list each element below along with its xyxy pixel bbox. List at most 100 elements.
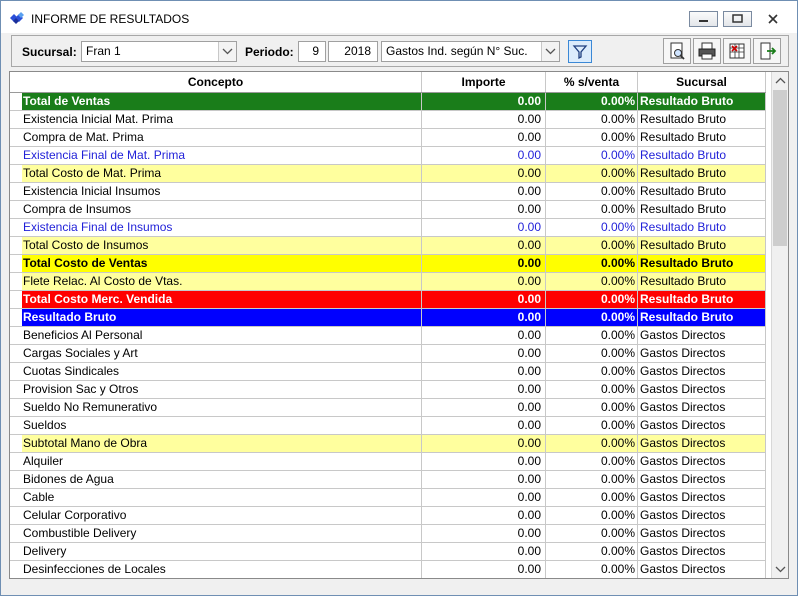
anio-input[interactable]: 2018	[328, 41, 378, 62]
table-row[interactable]: Cable 0.00 0.00% Gastos Directos	[10, 489, 766, 507]
table-row[interactable]: Total Costo Merc. Vendida 0.00 0.00% Result…	[10, 291, 766, 309]
exit-door-icon	[760, 42, 777, 60]
cell-pct: 0.00%	[546, 363, 638, 380]
table-row[interactable]: Cuotas Sindicales 0.00 0.00% Gastos Directo…	[10, 363, 766, 381]
table-row[interactable]: Combustible Delivery 0.00 0.00% Gastos Dire…	[10, 525, 766, 543]
app-logo-icon	[10, 12, 24, 24]
table-row[interactable]: Sueldo No Remunerativo 0.00 0.00% Gastos Di…	[10, 399, 766, 417]
cell-concepto: Celular Corporativo	[10, 507, 422, 524]
cell-importe: 0.00	[422, 453, 546, 470]
cell-importe: 0.00	[422, 543, 546, 560]
cell-sucursal: Gastos Directos	[638, 525, 766, 542]
cell-importe: 0.00	[422, 111, 546, 128]
cell-pct: 0.00%	[546, 255, 638, 272]
cell-concepto: Bidones de Agua	[10, 471, 422, 488]
table-row[interactable]: Alquiler 0.00 0.00% Gastos Directos	[10, 453, 766, 471]
scrollbar-thumb[interactable]	[773, 90, 787, 246]
sucursal-select[interactable]: Fran 1	[81, 41, 237, 62]
cell-pct: 0.00%	[546, 561, 638, 578]
close-icon	[768, 14, 778, 24]
table-row[interactable]: Subtotal Mano de Obra 0.00 0.00% Gastos Dir…	[10, 435, 766, 453]
table-row[interactable]: Total de Ventas 0.00 0.00% Resultado Bruto	[10, 93, 766, 111]
scroll-down-icon[interactable]	[772, 561, 788, 578]
cell-concepto: Cuotas Sindicales	[10, 363, 422, 380]
cell-importe: 0.00	[422, 381, 546, 398]
filter-button[interactable]	[568, 40, 592, 63]
scroll-up-icon[interactable]	[772, 72, 788, 89]
cell-pct: 0.00%	[546, 525, 638, 542]
table-row[interactable]: Beneficios Al Personal 0.00 0.00% Gastos Di…	[10, 327, 766, 345]
table-row[interactable]: Celular Corporativo 0.00 0.00% Gastos Direc…	[10, 507, 766, 525]
preview-button[interactable]	[663, 38, 691, 64]
column-header-pct[interactable]: % s/venta	[546, 72, 638, 92]
cell-concepto: Existencia Inicial Insumos	[10, 183, 422, 200]
cell-importe: 0.00	[422, 147, 546, 164]
cell-concepto: Existencia Final de Insumos	[10, 219, 422, 236]
print-button[interactable]	[693, 38, 721, 64]
table-row[interactable]: Provision Sac y Otros 0.00 0.00% Gastos Dir…	[10, 381, 766, 399]
cell-importe: 0.00	[422, 507, 546, 524]
cell-sucursal: Resultado Bruto	[638, 129, 766, 146]
column-header-importe[interactable]: Importe	[422, 72, 546, 92]
cell-concepto: Existencia Inicial Mat. Prima	[10, 111, 422, 128]
cell-importe: 0.00	[422, 399, 546, 416]
cell-concepto: Delivery	[10, 543, 422, 560]
cell-pct: 0.00%	[546, 291, 638, 308]
cell-pct: 0.00%	[546, 327, 638, 344]
cell-pct: 0.00%	[546, 453, 638, 470]
cell-concepto: Flete Relac. Al Costo de Vtas.	[10, 273, 422, 290]
cell-concepto: Existencia Final de Mat. Prima	[10, 147, 422, 164]
cell-importe: 0.00	[422, 471, 546, 488]
table-row[interactable]: Existencia Inicial Insumos 0.00 0.00% Resul…	[10, 183, 766, 201]
cell-pct: 0.00%	[546, 111, 638, 128]
cell-sucursal: Resultado Bruto	[638, 93, 766, 110]
cell-concepto: Provision Sac y Otros	[10, 381, 422, 398]
table-row[interactable]: Compra de Insumos 0.00 0.00% Resultado Brut…	[10, 201, 766, 219]
cell-concepto: Combustible Delivery	[10, 525, 422, 542]
cell-pct: 0.00%	[546, 183, 638, 200]
cell-pct: 0.00%	[546, 489, 638, 506]
table-row[interactable]: Flete Relac. Al Costo de Vtas. 0.00 0.00% R…	[10, 273, 766, 291]
column-header-sucursal[interactable]: Sucursal	[638, 72, 766, 92]
table-row[interactable]: Desinfecciones de Locales 0.00 0.00% Gastos…	[10, 561, 766, 578]
cell-pct: 0.00%	[546, 129, 638, 146]
mes-input[interactable]: 9	[298, 41, 326, 62]
table-row[interactable]: Delivery 0.00 0.00% Gastos Directos	[10, 543, 766, 561]
cell-concepto: Sueldos	[10, 417, 422, 434]
close-button[interactable]	[757, 11, 789, 27]
cell-pct: 0.00%	[546, 345, 638, 362]
cell-pct: 0.00%	[546, 417, 638, 434]
export-excel-button[interactable]	[723, 38, 751, 64]
table-row[interactable]: Cargas Sociales y Art 0.00 0.00% Gastos Dir…	[10, 345, 766, 363]
table-row[interactable]: Total Costo de Mat. Prima 0.00 0.00% Result…	[10, 165, 766, 183]
table-row[interactable]: Bidones de Agua 0.00 0.00% Gastos Directos	[10, 471, 766, 489]
cell-importe: 0.00	[422, 237, 546, 254]
cell-sucursal: Gastos Directos	[638, 453, 766, 470]
cell-concepto: Sueldo No Remunerativo	[10, 399, 422, 416]
table-row[interactable]: Total Costo de Ventas 0.00 0.00% Resultado …	[10, 255, 766, 273]
table-row[interactable]: Existencia Inicial Mat. Prima 0.00 0.00% Re…	[10, 111, 766, 129]
cell-sucursal: Gastos Directos	[638, 345, 766, 362]
column-header-concepto[interactable]: Concepto	[10, 72, 422, 92]
table-row[interactable]: Sueldos 0.00 0.00% Gastos Directos	[10, 417, 766, 435]
cell-pct: 0.00%	[546, 435, 638, 452]
preview-icon	[670, 42, 685, 60]
cell-sucursal: Resultado Bruto	[638, 255, 766, 272]
cell-concepto: Desinfecciones de Locales	[10, 561, 422, 578]
cell-pct: 0.00%	[546, 201, 638, 218]
minimize-button[interactable]	[689, 11, 718, 27]
table-row[interactable]: Total Costo de Insumos 0.00 0.00% Resultado…	[10, 237, 766, 255]
maximize-button[interactable]	[723, 11, 752, 27]
table-row[interactable]: Resultado Bruto 0.00 0.00% Resultado Bruto	[10, 309, 766, 327]
cell-pct: 0.00%	[546, 381, 638, 398]
tipo-select[interactable]: Gastos Ind. según N° Suc.	[381, 41, 560, 62]
exit-button[interactable]	[753, 38, 781, 64]
vertical-scrollbar[interactable]	[771, 72, 788, 578]
table-row[interactable]: Compra de Mat. Prima 0.00 0.00% Resultado B…	[10, 129, 766, 147]
table-row[interactable]: Existencia Final de Mat. Prima 0.00 0.00% R…	[10, 147, 766, 165]
cell-importe: 0.00	[422, 327, 546, 344]
chevron-down-icon[interactable]	[218, 42, 236, 61]
chevron-down-icon[interactable]	[541, 42, 559, 61]
table-row[interactable]: Existencia Final de Insumos 0.00 0.00% Resu…	[10, 219, 766, 237]
cell-importe: 0.00	[422, 165, 546, 182]
